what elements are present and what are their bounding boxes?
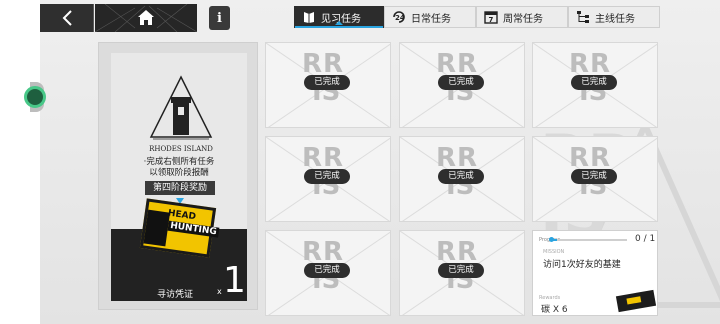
reward-name: 寻访凭证 [157, 290, 194, 300]
tab-training-missions[interactable]: 见习任务 [294, 6, 384, 28]
stage-instruction: ·完成右侧所有任务 以领取阶段报酬 [111, 157, 247, 179]
completed-badge: 已完成 [304, 263, 350, 278]
card-watermark: RR [302, 143, 345, 173]
completed-mission-card[interactable]: RR IS 已完成 [399, 136, 525, 222]
card-watermark: RR [302, 237, 345, 267]
card-watermark: RR [302, 49, 345, 79]
completed-badge: 已完成 [571, 75, 617, 90]
completed-badge: 已完成 [304, 169, 350, 184]
tab-weekly-missions[interactable]: 7 周常任务 [476, 6, 568, 28]
reward-count: 1 [223, 260, 246, 301]
floating-ball-icon[interactable] [24, 86, 46, 108]
progress-text: 0 / 1 [635, 234, 656, 244]
card-watermark: RR [569, 49, 612, 79]
active-tab-caret [335, 21, 343, 25]
completed-mission-card[interactable]: RR IS 已完成 [265, 136, 391, 222]
tab-daily-missions[interactable]: 24 日常任务 [384, 6, 476, 28]
active-mission-card[interactable]: Progress 0 / 1 MISSION 访问1次好友的基建 Rewards… [532, 230, 658, 316]
headhunting-permit-icon[interactable]: HEAD HUNTING [139, 198, 220, 258]
book-icon [301, 9, 317, 25]
mission-tabs: 见习任务 24 日常任务 7 周常任务 主线任务 [294, 6, 660, 28]
completed-badge: 已完成 [571, 169, 617, 184]
mission-description: 访问1次好友的基建 [543, 260, 621, 270]
completed-mission-card[interactable]: RR IS 已完成 [265, 42, 391, 128]
completed-mission-card[interactable]: RR IS 已完成 [399, 42, 525, 128]
rewards-label: Rewards [539, 295, 561, 301]
tab-label: 周常任务 [503, 13, 543, 25]
completed-mission-card[interactable]: RR IS 已完成 [399, 230, 525, 316]
left-edge [0, 0, 40, 324]
reward-multiplier: x [217, 287, 222, 296]
reward-item-icon [615, 289, 657, 313]
back-arrow-icon [62, 10, 72, 26]
instruction-line-2: 以领取阶段报酬 [149, 168, 209, 178]
completed-badge: 已完成 [438, 75, 484, 90]
home-button[interactable] [95, 4, 197, 32]
ticket-stripe [143, 209, 171, 247]
svg-text:7: 7 [489, 16, 494, 24]
24h-clock-icon: 24 [391, 9, 407, 25]
calendar-7-icon: 7 [483, 9, 499, 25]
svg-text:RHODES ISLAND: RHODES ISLAND [149, 145, 213, 153]
back-button[interactable] [40, 4, 94, 32]
completed-mission-card[interactable]: RR IS 已完成 [532, 42, 658, 128]
progress-bar [551, 239, 627, 241]
completed-badge: 已完成 [438, 169, 484, 184]
card-watermark: RR [569, 143, 612, 173]
completed-mission-card[interactable]: RR IS 已完成 [532, 136, 658, 222]
card-watermark: RR [436, 49, 479, 79]
mission-sub-label: MISSION [543, 249, 565, 255]
rhodes-island-logo: RHODES ISLAND [149, 75, 213, 153]
tab-main-missions[interactable]: 主线任务 [568, 6, 660, 28]
mission-reward: 碳 X 6 [541, 305, 568, 315]
ticket-text: HUNTING [167, 220, 220, 238]
tab-label: 主线任务 [595, 13, 635, 25]
progress-dot [549, 237, 554, 242]
completed-badge: 已完成 [304, 75, 350, 90]
home-icon [95, 4, 197, 32]
stage-label: 第四阶段奖励 [145, 181, 215, 195]
tab-label: 日常任务 [411, 13, 451, 25]
card-watermark: RR [436, 143, 479, 173]
svg-text:24: 24 [395, 14, 405, 22]
info-button[interactable]: i [209, 6, 230, 30]
tree-icon [575, 9, 591, 25]
completed-badge: 已完成 [438, 263, 484, 278]
card-watermark: RR [436, 237, 479, 267]
instruction-line-1: ·完成右侧所有任务 [143, 157, 215, 167]
stage-reward-panel: RHODES ISLAND ·完成右侧所有任务 以领取阶段报酬 第四阶段奖励 H… [98, 42, 258, 310]
completed-mission-card[interactable]: RR IS 已完成 [265, 230, 391, 316]
